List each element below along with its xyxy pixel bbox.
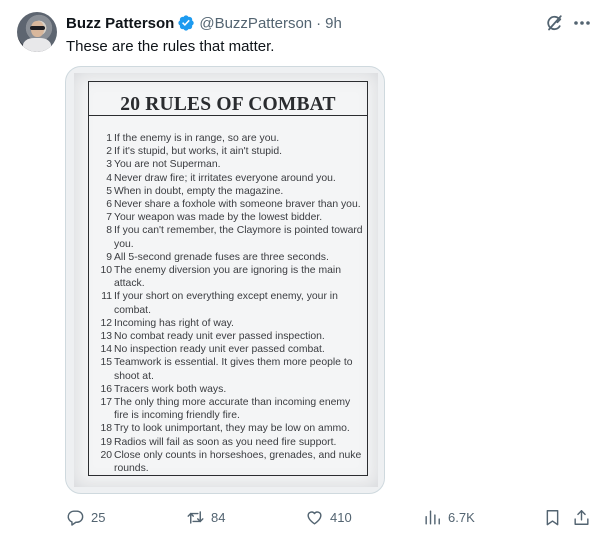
rule-item: 12 Incoming has right of way. <box>98 317 364 330</box>
separator-dot: · <box>316 14 322 32</box>
rule-item: 10 The enemy diversion you are ignoring i… <box>98 264 364 290</box>
rule-text: Never share a foxhole with someone brave… <box>114 199 361 211</box>
rule-number: 9 <box>106 251 112 263</box>
repost-icon <box>187 510 204 524</box>
more-icon[interactable] <box>572 13 592 33</box>
rule-text: If it's stupid, but works, it ain't stup… <box>114 146 282 158</box>
rule-number: 20 <box>100 449 112 461</box>
paper-sheet: 20 RULES OF COMBAT 1 If the enemy is in r… <box>74 73 378 487</box>
rule-text: Incoming has right of way. <box>114 317 234 329</box>
rule-text: Close only counts in horseshoes, grenade… <box>114 449 362 475</box>
action-bar: 25 84 410 6.7K <box>0 505 609 529</box>
rule-number: 14 <box>100 344 112 356</box>
rule-item: 13 No combat ready unit ever passed inspe… <box>98 330 364 343</box>
rules-list: 1 If the enemy is in range, so are you. 2 I… <box>98 132 364 475</box>
tweet[interactable]: Buzz Patterson @BuzzPatterson · 9h These… <box>0 0 609 538</box>
rule-item: 2 If it's stupid, but works, it ain't stu… <box>98 145 364 158</box>
display-name[interactable]: Buzz Patterson <box>66 15 174 32</box>
rule-text: The only thing more accurate than incomi… <box>114 397 351 422</box>
rule-number: 15 <box>100 357 112 369</box>
tweet-header: Buzz Patterson @BuzzPatterson · 9h <box>66 13 342 33</box>
rule-item: 20 Close only counts in horseshoes, grena… <box>98 449 364 475</box>
rule-text: No inspection ready unit ever passed com… <box>114 344 325 356</box>
rule-number: 12 <box>100 317 112 329</box>
rule-item: 11 If your short on everything except ene… <box>98 290 364 316</box>
rule-item: 5 When in doubt, empty the magazine. <box>98 185 364 198</box>
rule-text: Your weapon was made by the lowest bidde… <box>114 212 323 224</box>
user-handle[interactable]: @BuzzPatterson <box>199 15 312 32</box>
tweet-image[interactable]: 20 RULES OF COMBAT 1 If the enemy is in r… <box>65 66 385 494</box>
rule-item: 17 The only thing more accurate than inco… <box>98 396 364 422</box>
rule-item: 9 All 5-second grenade fuses are three se… <box>98 251 364 264</box>
rule-item: 16 Tracers work both ways. <box>98 383 364 396</box>
rule-text: Teamwork is essential. It gives them mor… <box>114 357 353 382</box>
views-icon <box>425 509 440 525</box>
rule-number: 8 <box>106 225 112 237</box>
rule-number: 18 <box>100 423 112 435</box>
rule-number: 10 <box>100 265 112 277</box>
rule-item: 6 Never share a foxhole with someone brav… <box>98 198 364 211</box>
rule-item: 18 Try to look unimportant, they may be l… <box>98 422 364 435</box>
like-count: 410 <box>330 509 352 525</box>
rule-item: 8 If you can't remember, the Claymore is … <box>98 224 364 250</box>
rule-number: 16 <box>100 383 112 395</box>
timestamp[interactable]: 9h <box>325 15 342 32</box>
rule-number: 19 <box>100 436 112 448</box>
reply-count: 25 <box>91 509 106 525</box>
views-count: 6.7K <box>448 509 475 525</box>
grok-icon[interactable] <box>544 13 564 33</box>
bookmark-button[interactable] <box>543 505 562 529</box>
reply-button[interactable]: 25 <box>66 505 105 529</box>
rule-text: If you can't remember, the Claymore is p… <box>114 225 363 250</box>
rule-text: All 5-second grenade fuses are three sec… <box>114 251 329 263</box>
avatar-sunglasses <box>30 26 45 30</box>
rule-number: 1 <box>106 133 112 144</box>
rule-number: 6 <box>106 199 112 211</box>
rules-border: 20 RULES OF COMBAT 1 If the enemy is in r… <box>88 81 368 476</box>
rule-text: The enemy diversion you are ignoring is … <box>114 265 341 290</box>
rule-text: If the enemy is in range, so are you. <box>114 133 280 144</box>
rule-number: 7 <box>106 212 112 224</box>
share-button[interactable] <box>572 505 591 529</box>
paper-title: 20 RULES OF COMBAT <box>120 94 336 115</box>
rule-text: No combat ready unit ever passed inspect… <box>114 331 325 343</box>
like-button[interactable]: 410 <box>305 505 352 529</box>
rule-number: 3 <box>106 159 112 171</box>
rule-number: 13 <box>100 331 112 343</box>
views-button[interactable]: 6.7K <box>423 505 475 529</box>
rule-text: Never draw fire; it irritates everyone a… <box>114 172 336 184</box>
rule-item: 3 You are not Superman. <box>98 158 364 171</box>
title-underline <box>89 115 367 116</box>
rule-item: 15 Teamwork is essential. It gives them m… <box>98 356 364 382</box>
rule-number: 5 <box>106 185 112 197</box>
avatar-shirt <box>23 38 51 52</box>
avatar[interactable] <box>17 12 57 52</box>
bookmark-icon <box>546 509 559 525</box>
rule-item: 14 No inspection ready unit ever passed c… <box>98 343 364 356</box>
rule-number: 17 <box>100 397 112 409</box>
rule-item: 1 If the enemy is in range, so are you. <box>98 132 364 145</box>
rule-number: 2 <box>106 146 112 158</box>
rule-item: 7 Your weapon was made by the lowest bidd… <box>98 211 364 224</box>
rule-text: Radios will fail as soon as you need fir… <box>114 436 337 448</box>
heart-icon <box>307 510 322 525</box>
repost-button[interactable]: 84 <box>186 505 225 529</box>
rule-text: If your short on everything except enemy… <box>114 291 338 316</box>
rule-text: You are not Superman. <box>114 159 221 171</box>
rule-number: 11 <box>101 291 112 303</box>
rule-text: Tracers work both ways. <box>114 383 227 395</box>
repost-count: 84 <box>211 509 226 525</box>
verified-badge-icon[interactable] <box>177 14 195 32</box>
rule-text: Try to look unimportant, they may be low… <box>114 423 350 435</box>
reply-icon <box>67 509 84 526</box>
rule-number: 4 <box>106 172 112 184</box>
rule-item: 4 Never draw fire; it irritates everyone … <box>98 172 364 185</box>
rule-text: When in doubt, empty the magazine. <box>114 185 284 197</box>
rule-item: 19 Radios will fail as soon as you need f… <box>98 436 364 449</box>
share-icon <box>574 509 589 525</box>
tweet-text: These are the rules that matter. <box>66 38 275 55</box>
